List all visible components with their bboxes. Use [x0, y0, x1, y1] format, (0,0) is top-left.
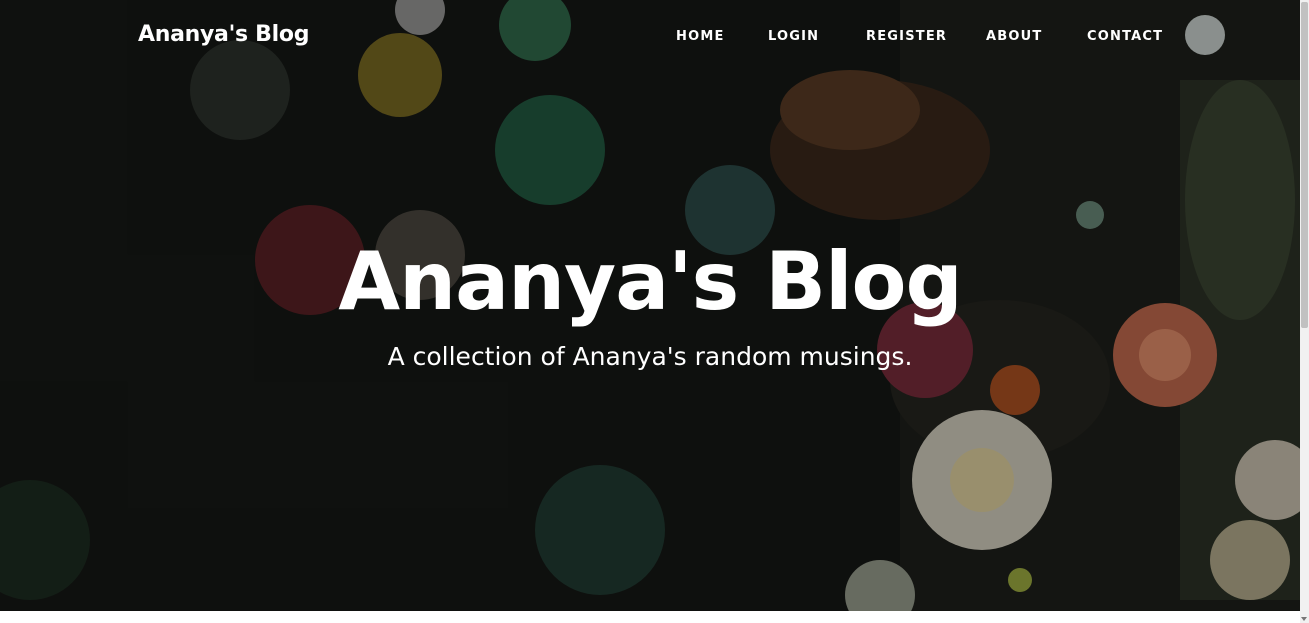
- nav-home-link[interactable]: HOME: [676, 29, 725, 44]
- site-heading: Ananya's Blog A collection of Ananya's r…: [0, 232, 1300, 374]
- vertical-scrollbar[interactable]: [1300, 0, 1309, 623]
- scroll-down-arrow-icon[interactable]: [1301, 617, 1307, 621]
- scrollbar-thumb[interactable]: [1301, 2, 1308, 328]
- nav-contact-link[interactable]: CONTACT: [1087, 29, 1163, 44]
- main-navbar: Ananya's Blog HOME LOGIN REGISTER ABOUT …: [0, 0, 1300, 75]
- masthead: Ananya's Blog HOME LOGIN REGISTER ABOUT …: [0, 0, 1300, 611]
- nav-about-link[interactable]: ABOUT: [986, 29, 1042, 44]
- site-title: Ananya's Blog: [338, 235, 963, 328]
- nav-login-link[interactable]: LOGIN: [768, 29, 819, 44]
- browser-viewport: Ananya's Blog HOME LOGIN REGISTER ABOUT …: [0, 0, 1309, 623]
- brand-link[interactable]: Ananya's Blog: [138, 22, 309, 47]
- nav-register-link[interactable]: REGISTER: [866, 29, 947, 44]
- site-subtitle: A collection of Ananya's random musings.: [387, 342, 913, 371]
